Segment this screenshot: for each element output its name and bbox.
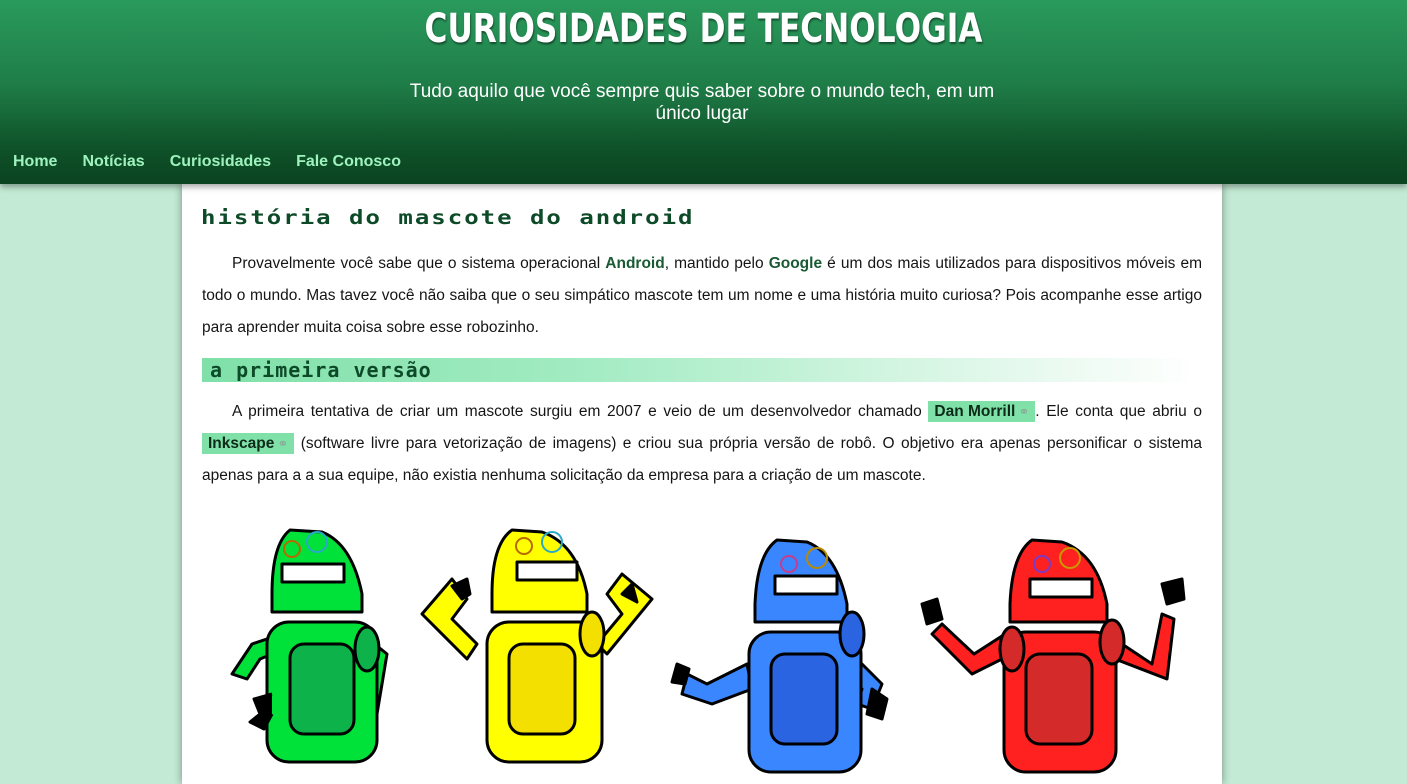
nav-home[interactable]: Home [13,153,57,171]
robot-green [230,528,389,764]
intro-paragraph: Provavelmente você sabe que o sistema op… [202,248,1202,344]
section1-text-3: (software livre para vetorização de imag… [202,435,1202,484]
site-title: CURIOSIDADES DE TECNOLOGIA [424,6,983,52]
nav-noticias[interactable]: Notícias [82,153,144,171]
section1-text-1: A primeira tentativa de criar um mascote… [232,403,929,420]
site-header: CURIOSIDADES DE TECNOLOGIA Tudo aquilo q… [0,0,1407,184]
link-icon: ⚭ [277,436,289,451]
site-subtitle: Tudo aquilo que você sempre quis saber s… [409,81,995,124]
link-dan-morrill[interactable]: Dan Morrill ⚭ [928,401,1036,422]
link-icon: ⚭ [1018,404,1030,419]
keyword-google: Google [768,255,823,272]
link-inkscape[interactable]: Inkscape ⚭ [202,433,295,454]
section-heading-primeira-versao: A primeira versão [202,358,1198,382]
main-nav: Home Notícias Curiosidades Fale Conosco [13,153,401,171]
link-inkscape-label: Inkscape [208,435,275,452]
intro-text-2: , mantido pelo [664,255,769,272]
robots-illustration [212,524,1192,784]
nav-fale-conosco[interactable]: Fale Conosco [296,153,401,171]
article-container: História do mascote do android Provavelm… [182,184,1222,784]
section1-paragraph: A primeira tentativa de criar um mascote… [202,396,1202,492]
intro-text-1: Provavelmente você sabe que o sistema op… [232,255,606,272]
robot-blue [670,538,889,774]
robot-yellow [420,528,654,764]
link-dan-morrill-label: Dan Morrill [934,403,1016,420]
robot-red [920,538,1186,774]
keyword-android: Android [605,255,665,272]
nav-curiosidades[interactable]: Curiosidades [170,153,271,171]
section1-text-2: . Ele conta que abriu o [1035,403,1203,420]
article-title: História do mascote do android [201,206,695,229]
